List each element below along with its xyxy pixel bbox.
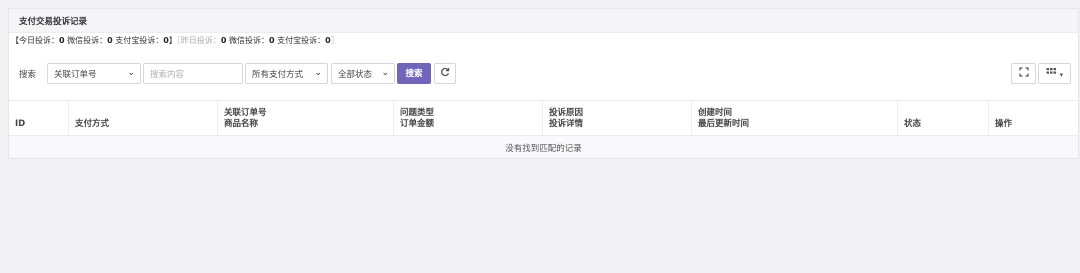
panel-title: 支付交易投诉记录 xyxy=(9,9,1078,33)
status-select[interactable]: 全部状态 ⌄ xyxy=(331,63,395,84)
complaint-table: ID 支付方式 关联订单号 商品名称 问题类型 订单金额 投诉原因 投诉详情 创… xyxy=(9,100,1078,158)
chevron-down-icon: ⌄ xyxy=(381,68,389,78)
refresh-icon xyxy=(441,67,450,77)
search-toolbar: 搜索 关联订单号 ⌄ 搜索内容 所有支付方式 ⌄ 全部状态 ⌄ 搜索 ▾ xyxy=(19,63,1071,85)
complaint-stats: 【今日投诉：0 微信投诉：0 支付宝投诉：0】〖昨日投诉：〖昨日投诉：0 微信投… xyxy=(11,36,339,45)
refresh-button[interactable] xyxy=(434,63,456,84)
chevron-down-icon: ⌄ xyxy=(127,68,135,78)
column-header-issue-type[interactable]: 问题类型 订单金额 xyxy=(393,101,542,136)
chevron-down-icon: ⌄ xyxy=(314,68,322,78)
paytype-select[interactable]: 所有支付方式 ⌄ xyxy=(245,63,328,84)
table-header: ID 支付方式 关联订单号 商品名称 问题类型 订单金额 投诉原因 投诉详情 创… xyxy=(9,100,1078,136)
column-header-time[interactable]: 创建时间 最后更新时间 xyxy=(691,101,897,136)
column-header-order[interactable]: 关联订单号 商品名称 xyxy=(217,101,393,136)
column-header-actions[interactable]: 操作 xyxy=(988,101,1078,136)
column-header-paytype[interactable]: 支付方式 xyxy=(68,101,217,136)
fullscreen-icon xyxy=(1018,67,1029,77)
fullscreen-button[interactable] xyxy=(1011,63,1036,84)
complaint-panel: 支付交易投诉记录 【今日投诉：0 微信投诉：0 支付宝投诉：0】〖昨日投诉：〖昨… xyxy=(8,8,1079,159)
search-label: 搜索 xyxy=(19,70,37,80)
column-header-status[interactable]: 状态 xyxy=(897,101,988,136)
columns-toggle-button[interactable]: ▾ xyxy=(1038,63,1071,84)
search-button[interactable]: 搜索 xyxy=(397,63,431,84)
column-header-id[interactable]: ID xyxy=(9,101,68,136)
chevron-down-icon: ▾ xyxy=(1059,71,1064,79)
search-input[interactable]: 搜索内容 xyxy=(143,63,243,84)
search-field-select[interactable]: 关联订单号 ⌄ xyxy=(47,63,141,84)
columns-grid-icon xyxy=(1046,68,1056,74)
table-empty-message: 没有找到匹配的记录 xyxy=(9,136,1078,158)
column-header-reason[interactable]: 投诉原因 投诉详情 xyxy=(542,101,691,136)
